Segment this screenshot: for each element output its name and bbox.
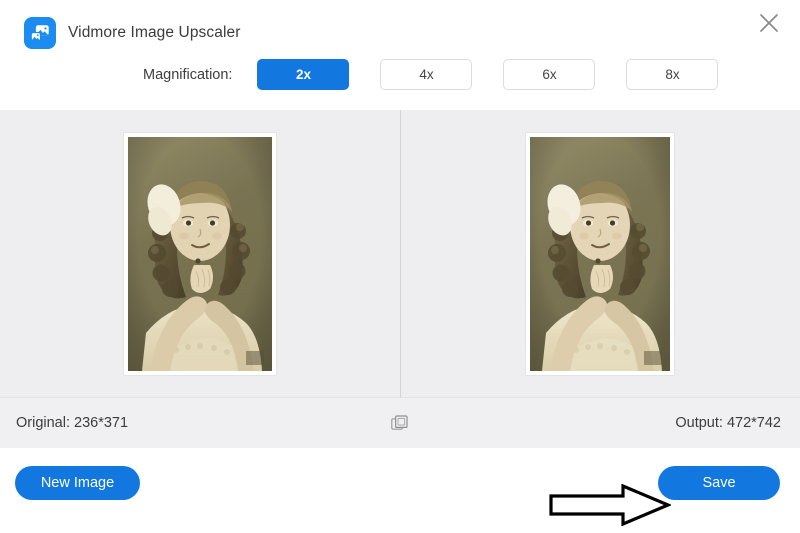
magnification-option-8x[interactable]: 8x (626, 59, 719, 90)
original-preview-pane[interactable] (0, 110, 400, 397)
upscaled-photo (530, 136, 670, 371)
window-header: Vidmore Image Upscaler Magnification: 2x… (0, 0, 800, 110)
magnification-option-4x[interactable]: 4x (380, 59, 473, 90)
original-photo (128, 136, 272, 371)
status-bar: Original: 236*371 Output: 472*742 (0, 397, 800, 448)
page-title: Vidmore Image Upscaler (68, 24, 241, 41)
preview-area (0, 110, 800, 397)
brand: Vidmore Image Upscaler (24, 17, 241, 49)
original-photo-frame (124, 132, 276, 375)
upscaled-photo-frame (526, 132, 674, 375)
image-stack-icon (24, 17, 56, 49)
save-button[interactable]: Save (658, 466, 780, 500)
close-icon[interactable] (752, 6, 786, 40)
window-footer: New Image Save (0, 448, 800, 533)
magnification-option-2x[interactable]: 2x (257, 59, 350, 90)
magnification-options: 2x 4x 6x 8x (257, 59, 719, 90)
app-window: Vidmore Image Upscaler Magnification: 2x… (0, 0, 800, 533)
magnification-label: Magnification: (143, 66, 233, 83)
upscaled-preview-pane[interactable] (400, 110, 800, 397)
original-size-label: Original: 236*371 (16, 415, 129, 431)
magnification-control: Magnification: 2x 4x 6x 8x (143, 59, 719, 90)
output-size-label: Output: 472*742 (675, 415, 781, 431)
compare-split-icon[interactable] (389, 413, 409, 433)
new-image-button[interactable]: New Image (15, 466, 140, 500)
magnification-option-6x[interactable]: 6x (503, 59, 596, 90)
